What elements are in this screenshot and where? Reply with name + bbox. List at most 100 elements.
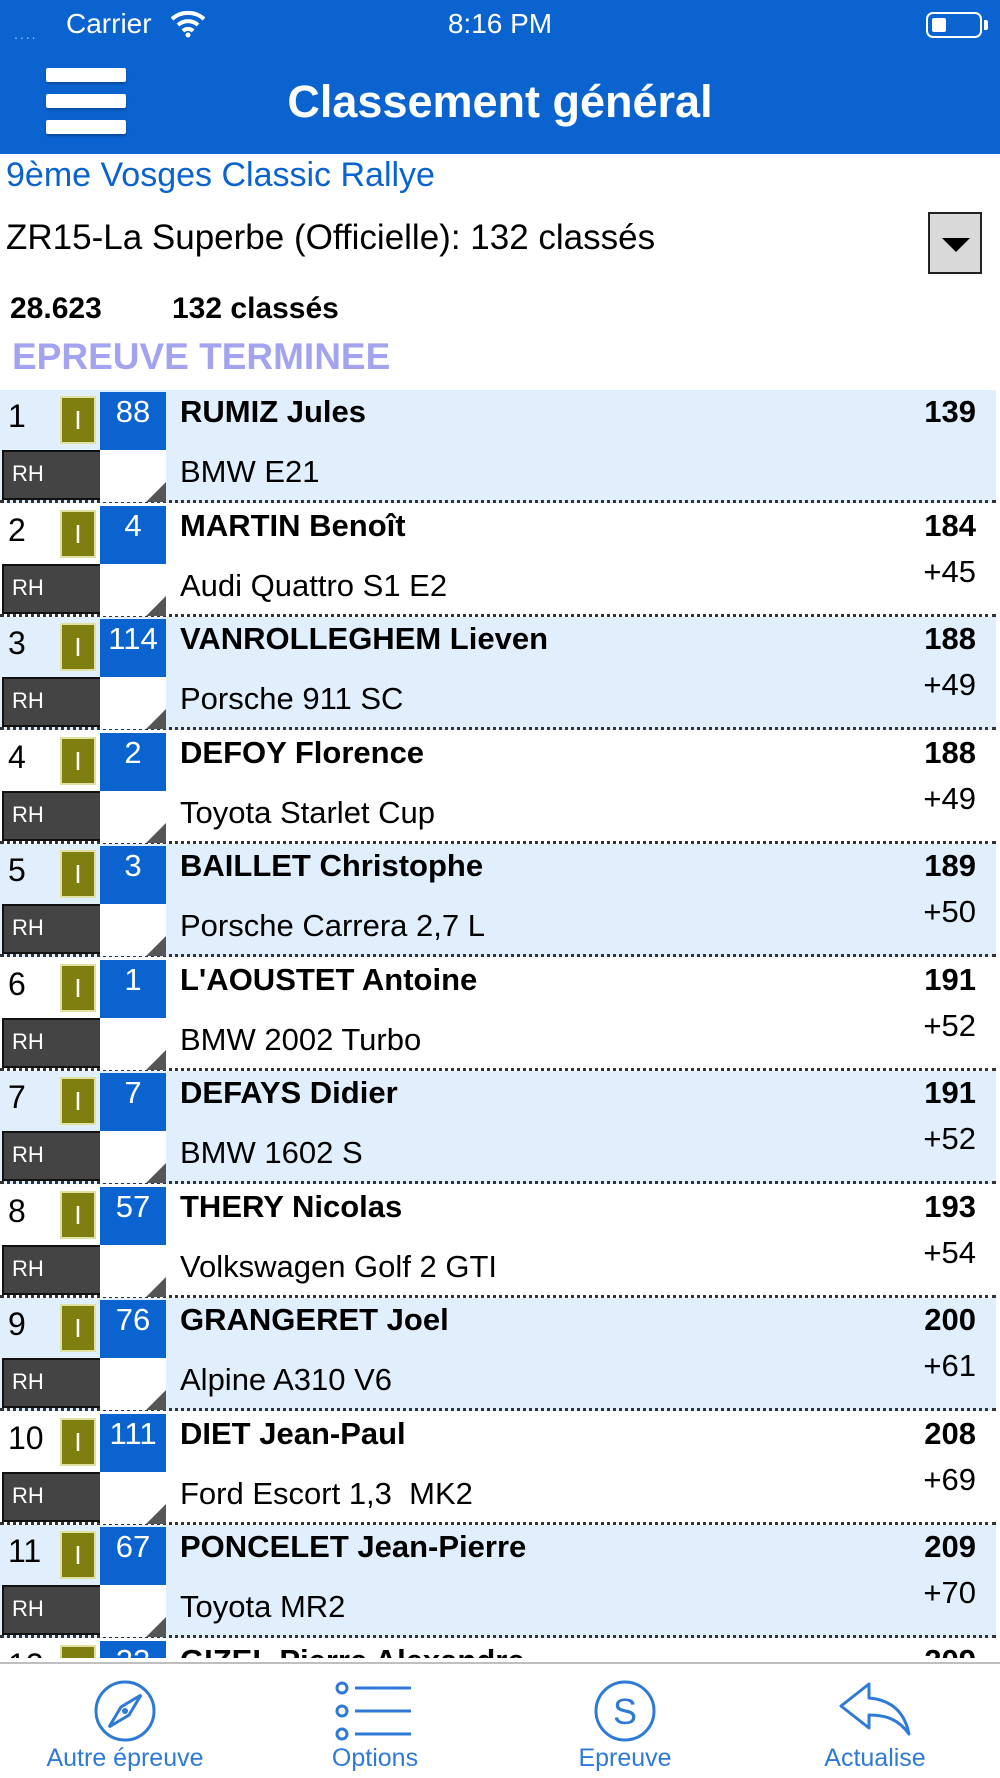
gap-to-leader: +52 — [923, 1121, 976, 1156]
group-badge: RH — [2, 904, 102, 954]
result-row[interactable]: 10 I 111 RH DIET Jean-Paul Ford Escort 1,3 MK… — [0, 1412, 996, 1525]
tab-autre-epreuve[interactable]: Autre épreuve — [0, 1664, 250, 1778]
gap-to-leader: +49 — [923, 780, 976, 816]
tab-label: Options — [331, 1744, 419, 1772]
penalty-score: 139 — [924, 394, 976, 429]
corner-fold-icon — [100, 1358, 166, 1410]
tab-actualise[interactable]: Actualise — [750, 1664, 1000, 1778]
class-badge: I — [60, 1304, 96, 1352]
stage-dropdown-button[interactable] — [928, 212, 982, 274]
result-row[interactable]: 11 I 67 RH PONCELET Jean-Pierre Toyota MR2 209… — [0, 1525, 996, 1638]
car-model: Porsche Carrera 2,7 L — [180, 908, 485, 943]
driver-name: MARTIN Benoît — [180, 507, 406, 543]
car-model: Audi Quattro S1 E2 — [180, 567, 448, 603]
result-row[interactable]: 6 I 1 RH L'AOUSTET Antoine BMW 2002 Turbo 191 +… — [0, 958, 996, 1071]
corner-fold-icon — [100, 1244, 166, 1297]
penalty-score: 191 — [924, 961, 976, 997]
tab-options[interactable]: Options — [250, 1664, 500, 1778]
driver-name: THERY Nicolas — [180, 1188, 403, 1224]
result-row[interactable]: 7 I 7 RH DEFAYS Didier BMW 1602 S 191 +52 — [0, 1071, 996, 1184]
group-badge: RH — [2, 677, 102, 727]
car-number-badge: 4 — [100, 505, 166, 564]
driver-name: DEFAYS Didier — [180, 1075, 398, 1110]
event-name: 9ème Vosges Classic Rallye — [6, 156, 435, 194]
gap-to-leader: +45 — [923, 553, 976, 589]
position-number: 5 — [8, 852, 26, 888]
status-bar: .... Carrier 8:16 PM — [0, 0, 1000, 48]
position-number: 2 — [8, 511, 26, 548]
tab-epreuve[interactable]: S Epreuve — [500, 1664, 750, 1778]
result-row[interactable]: 1 I 88 RH RUMIZ Jules BMW E21 139 — [0, 390, 996, 503]
list-icon — [335, 1681, 411, 1741]
car-model: Toyota Starlet Cup — [180, 794, 436, 830]
group-badge: RH — [2, 563, 102, 614]
corner-fold-icon — [100, 1585, 166, 1637]
group-badge: RH — [2, 1471, 102, 1522]
car-number-badge: 67 — [100, 1527, 166, 1585]
group-badge: RH — [2, 1358, 102, 1408]
class-badge: I — [60, 396, 96, 444]
class-badge: I — [60, 509, 96, 558]
class-badge: I — [60, 623, 96, 671]
result-row[interactable]: 12I22RHGIZEL Pierre Alexandre209 — [0, 1639, 996, 1659]
gap-to-leader: +70 — [923, 1575, 976, 1610]
battery-tip — [984, 20, 988, 30]
stage-selector-label[interactable]: ZR15-La Superbe (Officielle): 132 classé… — [6, 218, 655, 258]
car-model: Porsche 911 SC — [180, 681, 404, 716]
results-list[interactable]: 1 I 88 RH RUMIZ Jules BMW E21 139 2 I 4 RH MARTIN B… — [0, 390, 1000, 1658]
gap-to-leader: +61 — [923, 1348, 976, 1383]
position-number: 6 — [8, 965, 26, 1002]
penalty-score: 188 — [924, 621, 976, 656]
status-time: 8:16 PM — [447, 8, 553, 39]
stage-s-icon: S — [594, 1680, 656, 1742]
penalty-score: 188 — [924, 734, 976, 770]
driver-name: DIET Jean-Paul — [180, 1415, 406, 1451]
penalty-score: 208 — [924, 1415, 976, 1451]
car-number-badge: 88 — [100, 392, 166, 450]
class-badge: I — [60, 1190, 96, 1239]
corner-fold-icon — [100, 1471, 166, 1524]
result-row[interactable]: 9 I 76 RH GRANGERET Joel Alpine A310 V6 200 +61 — [0, 1298, 996, 1411]
result-row[interactable]: 4 I 2 RH DEFOY Florence Toyota Starlet Cup 188… — [0, 731, 996, 844]
class-badge: I — [60, 963, 96, 1012]
position-number: 3 — [8, 625, 26, 661]
result-row[interactable]: 8 I 57 RH THERY Nicolas Volkswagen Golf 2 GTI… — [0, 1185, 996, 1298]
class-badge: I — [60, 1644, 96, 1658]
result-row[interactable]: 3 I 114 RH VANROLLEGHEM Lieven Porsche 911 SC… — [0, 617, 996, 730]
group-badge: RH — [2, 1131, 102, 1181]
gap-to-leader: +50 — [923, 894, 976, 929]
car-number-badge: 76 — [100, 1300, 166, 1358]
tab-bar: Autre épreuve Options S Epreuve Actualis… — [0, 1662, 1000, 1778]
compass-icon — [94, 1680, 156, 1742]
result-row[interactable]: 5 I 3 RH BAILLET Christophe Porsche Carrera 2… — [0, 844, 996, 957]
driver-name: DEFOY Florence — [180, 734, 425, 770]
tab-label: Actualise — [824, 1744, 926, 1772]
driver-name: GRANGERET Joel — [180, 1302, 449, 1337]
gap-to-leader: +49 — [923, 667, 976, 702]
penalty-score: 209 — [924, 1643, 976, 1659]
car-number-badge: 57 — [100, 1186, 166, 1245]
car-number-badge: 2 — [100, 732, 166, 791]
result-row[interactable]: 2 I 4 RH MARTIN Benoît Audi Quattro S1 E2 184 +… — [0, 504, 996, 617]
penalty-score: 184 — [924, 507, 976, 543]
stage-status: EPREUVE TERMINEE — [12, 336, 391, 377]
car-number-badge: 7 — [100, 1073, 166, 1131]
stage-length: 28.623 — [10, 292, 102, 325]
driver-name: PONCELET Jean-Pierre — [180, 1529, 527, 1564]
tab-label: Epreuve — [578, 1744, 672, 1772]
group-badge: RH — [2, 790, 102, 841]
car-model: Volkswagen Golf 2 GTI — [180, 1248, 498, 1284]
car-number-badge: 22 — [100, 1640, 166, 1658]
corner-fold-icon — [100, 1131, 166, 1183]
car-model: Ford Escort 1,3 MK2 — [180, 1475, 473, 1511]
position-number: 12 — [8, 1647, 44, 1659]
position-number: 7 — [8, 1079, 26, 1115]
car-model: BMW 2002 Turbo — [180, 1021, 422, 1057]
class-badge: I — [60, 1077, 96, 1125]
car-number-badge: 111 — [100, 1413, 166, 1472]
reply-arrow-icon — [839, 1682, 911, 1736]
position-number: 9 — [8, 1306, 26, 1342]
corner-fold-icon — [100, 790, 166, 843]
nav-header: .... Carrier 8:16 PM Classement général — [0, 0, 1000, 154]
penalty-score: 191 — [924, 1075, 976, 1110]
